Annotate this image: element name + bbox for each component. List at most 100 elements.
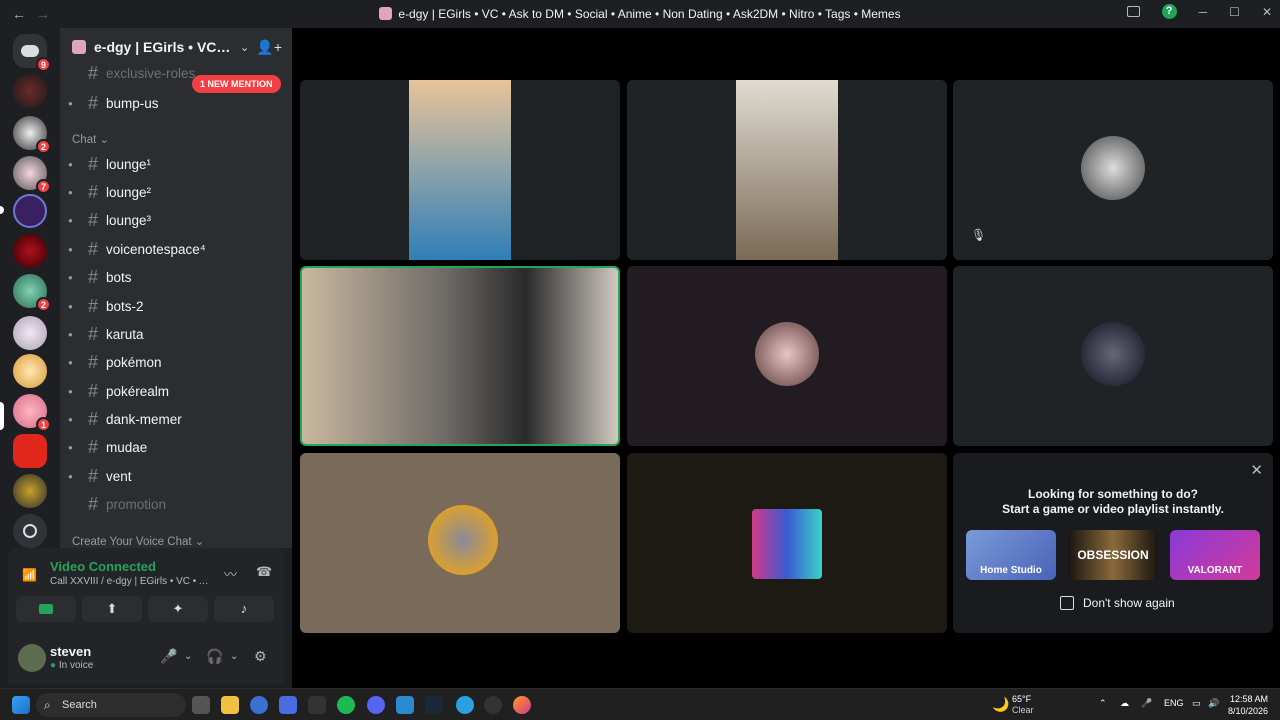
back-icon[interactable]: ← (12, 6, 26, 22)
channel-bots-2[interactable]: ● # bots-2 (68, 293, 284, 319)
unread-pill (0, 206, 4, 214)
participant-tile-1[interactable] (300, 80, 620, 260)
disconnect-icon[interactable]: ☎ (256, 564, 272, 580)
unread-badge: 2 (36, 139, 51, 154)
participant-tile-7[interactable] (300, 453, 620, 633)
language-indicator[interactable]: ENG (1164, 698, 1184, 708)
participant-tile-6[interactable] (953, 266, 1273, 446)
channel-promotion[interactable]: # promotion (68, 491, 284, 517)
search-box[interactable]: ⌕ Search (36, 693, 186, 717)
close-icon[interactable]: ✕ (1250, 461, 1263, 479)
participant-tile-2[interactable] (627, 80, 947, 260)
signal-icon[interactable]: 📶 (22, 568, 37, 582)
user-status-text: In voice (58, 660, 94, 671)
weather-temp[interactable]: 65°F (1012, 694, 1031, 704)
server-icon-7[interactable] (13, 316, 47, 350)
firefox-icon[interactable] (513, 696, 531, 714)
channel-vent[interactable]: ● # vent (68, 463, 284, 489)
microphone-tray-icon[interactable]: 🎤 (1141, 698, 1152, 709)
channel-mudae[interactable]: ● # mudae (68, 434, 284, 460)
channel-pokemon[interactable]: ● # pokémon (68, 349, 284, 375)
app-icon-4[interactable] (396, 696, 414, 714)
spotify-icon[interactable] (337, 696, 355, 714)
server-icon-4[interactable] (13, 194, 47, 228)
telegram-icon[interactable] (456, 696, 474, 714)
channel-lounge-3[interactable]: ● # lounge³ (68, 207, 284, 233)
server-icon-8[interactable] (13, 354, 47, 388)
participant-tile-5[interactable] (627, 266, 947, 446)
channel-pokerealm[interactable]: ● # pokérealm (68, 378, 284, 404)
channel-karuta[interactable]: ● # karuta (68, 321, 284, 347)
hash-icon: # (87, 380, 98, 401)
activity-valorant[interactable]: VALORANT (1170, 530, 1260, 580)
selected-pill (0, 402, 4, 430)
weather-desc[interactable]: Clear (1012, 705, 1034, 715)
gear-icon[interactable]: ⚙ (254, 648, 267, 665)
channel-bots[interactable]: ● # bots (68, 264, 284, 290)
start-icon[interactable] (12, 696, 30, 714)
screen-share-button[interactable]: ⬆ (82, 596, 142, 622)
category-chat[interactable]: Chat ⌄ (72, 132, 109, 146)
channel-voicenotespace[interactable]: ● # voicenotespace⁴ (68, 236, 284, 262)
discord-taskbar-icon[interactable] (367, 696, 385, 714)
mic-options-chevron-icon[interactable]: ⌄ (184, 651, 192, 662)
app-icon-1[interactable] (250, 696, 268, 714)
mic-icon[interactable]: 🎤 (160, 648, 177, 665)
app-icon-5[interactable] (484, 696, 502, 714)
help-icon[interactable]: ? (1161, 4, 1177, 19)
speaker-icon[interactable]: 🔊 (1208, 698, 1219, 709)
server-icon-6[interactable]: 2 (13, 274, 51, 312)
participant-tile-8[interactable] (627, 453, 947, 633)
channel-bump-us[interactable]: ● # bump-us (68, 90, 284, 116)
hash-icon: # (87, 266, 98, 287)
channel-dank-memer[interactable]: ● # dank-memer (68, 406, 284, 432)
server-badge-icon (72, 40, 86, 54)
activity-obsession[interactable]: OBSESSION (1068, 530, 1158, 580)
home-button[interactable]: 9 (13, 34, 51, 72)
forward-icon[interactable]: → (36, 6, 50, 22)
checkbox-label[interactable]: Don't show again (1083, 596, 1175, 610)
headphones-icon[interactable]: 🎧 (206, 648, 223, 665)
server-icon-9[interactable]: 1 (13, 394, 51, 432)
voice-status[interactable]: Video Connected (50, 559, 156, 574)
participant-tile-3[interactable]: 🎙 (953, 80, 1273, 260)
close-button[interactable]: ✕ (1262, 5, 1272, 19)
window-controls: ? ─ ☐ ✕ (1126, 4, 1272, 19)
network-icon[interactable]: ☁ (1120, 698, 1129, 709)
hash-icon: # (87, 62, 98, 83)
activities-button[interactable]: ✦ (148, 596, 208, 622)
file-explorer-icon[interactable] (221, 696, 239, 714)
inbox-icon[interactable] (1126, 6, 1140, 17)
discover-button[interactable] (13, 514, 47, 548)
invite-people-icon[interactable]: 👤+ (256, 39, 282, 56)
noise-suppression-icon[interactable]: 〰 (224, 564, 237, 583)
tray-chevron-icon[interactable]: ⌃ (1099, 698, 1107, 709)
maximize-button[interactable]: ☐ (1229, 5, 1240, 19)
clock[interactable]: 12:58 AM 8/10/2026 (1228, 693, 1268, 717)
display-icon[interactable]: ▭ (1192, 698, 1201, 709)
server-icon-2[interactable]: 2 (13, 116, 51, 154)
server-icon-11[interactable] (13, 474, 47, 508)
minimize-button[interactable]: ─ (1199, 5, 1208, 19)
task-view-icon[interactable] (192, 696, 210, 714)
app-icon-3[interactable] (308, 696, 326, 714)
voice-channel-name[interactable]: Call XXVIII / e-dgy | EGirls • VC • As..… (50, 576, 212, 587)
app-icon-2[interactable] (279, 696, 297, 714)
server-icon-5[interactable] (13, 234, 47, 268)
server-icon-3[interactable]: 7 (13, 156, 51, 194)
camera-button[interactable] (16, 596, 76, 622)
participant-tile-speaking[interactable] (300, 266, 620, 446)
channel-lounge-1[interactable]: ● # lounge¹ (68, 151, 284, 177)
steam-icon[interactable] (425, 696, 443, 714)
server-icon-1[interactable] (13, 74, 47, 108)
headphones-options-chevron-icon[interactable]: ⌄ (230, 651, 238, 662)
user-status: ● In voice (50, 660, 94, 671)
soundboard-button[interactable]: ♪ (214, 596, 274, 622)
server-icon-10[interactable] (13, 434, 47, 468)
avatar[interactable] (18, 644, 46, 672)
category-voice[interactable]: Create Your Voice Chat ⌄ (72, 534, 204, 548)
dont-show-again-checkbox[interactable] (1060, 596, 1074, 610)
channel-lounge-2[interactable]: ● # lounge² (68, 179, 284, 205)
username[interactable]: steven (50, 644, 91, 659)
activity-home-studio[interactable]: Home Studio (966, 530, 1056, 580)
